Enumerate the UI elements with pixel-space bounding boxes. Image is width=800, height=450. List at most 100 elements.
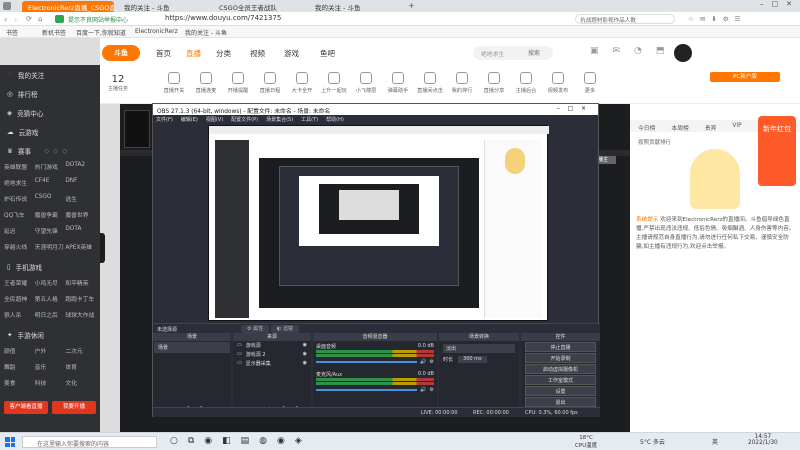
eye-icon[interactable]: ◉ xyxy=(303,342,307,349)
volume-slider[interactable] xyxy=(316,389,418,391)
transition-select[interactable]: 淡出 xyxy=(443,344,515,353)
bookmark-item[interactable]: 书签 xyxy=(6,28,18,37)
sidebar-game-link[interactable]: 二次元 xyxy=(65,346,96,355)
bookmark-item[interactable]: ElectronicRerz xyxy=(135,28,178,35)
gear-icon[interactable]: ⚙ xyxy=(430,387,434,393)
toolbar-item[interactable]: 直播日程 xyxy=(254,72,286,94)
nav-home[interactable]: 首页 xyxy=(156,48,171,59)
taskbar-search-input[interactable]: 在这里输入你要搜索的内容 xyxy=(22,436,157,448)
sidebar-game-link[interactable]: 第五人格 xyxy=(35,294,66,303)
sidebar-game-link[interactable]: 美食 xyxy=(4,378,35,387)
clock[interactable]: 14:57 2022/1/30 xyxy=(748,434,778,446)
obs-menu-item[interactable]: 视图(V) xyxy=(206,116,223,123)
window-controls[interactable]: –□✕ xyxy=(760,0,800,8)
sidebar-game-link[interactable]: 颜值 xyxy=(4,346,35,355)
sidebar-game-link[interactable]: CF4E xyxy=(35,178,66,187)
filters-button[interactable]: ◐ 滤镜 xyxy=(271,325,299,333)
toolbar-item[interactable]: 更多 xyxy=(574,72,606,94)
avatar[interactable] xyxy=(674,44,692,62)
sidebar-game-link[interactable]: APEX英雄 xyxy=(65,242,96,251)
nav-fishbar[interactable]: 鱼吧 xyxy=(320,48,335,59)
toolbar-item[interactable]: 直播开关 xyxy=(158,72,190,94)
sidebar-game-link[interactable]: 狼人杀 xyxy=(4,310,35,319)
source-item[interactable]: ▭ 游戏源 2 ◉ xyxy=(233,350,311,359)
sidebar-game-link[interactable]: 魔兽世界 xyxy=(65,210,96,219)
sidebar-game-link[interactable]: 全民超神 xyxy=(4,294,35,303)
sidebar-game-link[interactable]: 守望先锋 xyxy=(35,226,66,235)
browser-tool-icons[interactable]: ☆✉⬇⚙☰ xyxy=(688,15,746,23)
sidebar-game-link[interactable]: 逃生 xyxy=(65,194,96,203)
bookmark-item[interactable]: 新机书签 xyxy=(42,28,66,37)
sidebar-game-link[interactable]: 热门游戏 xyxy=(35,162,66,171)
obs-menu-item[interactable]: 帮助(H) xyxy=(326,116,344,123)
eye-icon[interactable]: ◉ xyxy=(303,351,307,358)
sidebar-game-link[interactable]: 科技 xyxy=(35,378,66,387)
toolbar-item[interactable]: 上升一起玩 xyxy=(318,72,350,94)
taskbar-app-icons[interactable]: ○⧉◉◧▤◍◉◈ xyxy=(170,436,312,446)
sidebar-game-link[interactable]: 英雄联盟 xyxy=(4,162,35,171)
toolbar-item[interactable]: 直播分享 xyxy=(478,72,510,94)
bookmark-item[interactable]: 我的关注 - 斗鱼 xyxy=(185,28,227,37)
sidebar-game-link[interactable]: CSGO xyxy=(35,194,66,203)
sidebar-game-link[interactable]: 舞蹈 xyxy=(4,362,35,371)
nav-category[interactable]: 分类 xyxy=(216,48,231,59)
red-packet-ad[interactable]: 新年红包 xyxy=(758,116,796,186)
eye-icon[interactable]: ◉ xyxy=(303,360,307,367)
nav-video[interactable]: 视频 xyxy=(250,48,265,59)
weather-widget[interactable]: 18°C CPU温度 xyxy=(575,435,597,449)
toolbar-item[interactable]: 主播后台 xyxy=(510,72,542,94)
obs-control-button[interactable]: 设置 xyxy=(525,386,596,396)
obs-menu-item[interactable]: 配置文件(P) xyxy=(231,116,258,123)
obs-control-button[interactable]: 停止直播 xyxy=(525,342,596,352)
obs-control-button[interactable]: 退出 xyxy=(525,397,596,407)
volume-slider[interactable] xyxy=(316,361,418,363)
url-field[interactable]: https://www.douyu.com/7421375 xyxy=(165,14,281,22)
sidebar-game-link[interactable]: 跑跑卡丁车 xyxy=(65,294,96,303)
obs-menu-item[interactable]: 编辑(E) xyxy=(181,116,198,123)
refresh-icon[interactable]: ⟳ xyxy=(26,15,32,23)
toolbar-item[interactable]: 视频发布 xyxy=(542,72,574,94)
toolbar-item[interactable]: 直播间点击 xyxy=(414,72,446,94)
browser-tab[interactable]: CSGO全员王者战队 xyxy=(213,1,305,12)
sidebar-game-link[interactable]: 炉石传说 xyxy=(4,194,35,203)
sidebar-item-follow[interactable]: ♡ 我的关注 xyxy=(0,65,100,84)
input-language[interactable]: 英 xyxy=(712,437,718,446)
sidebar-game-link[interactable]: DNF xyxy=(65,178,96,187)
sidebar-game-link[interactable]: 王者荣耀 xyxy=(4,278,35,287)
rank-tab[interactable]: VIP xyxy=(724,120,749,132)
client-watch-button[interactable]: 客户端看直播 xyxy=(4,401,48,414)
browser-tab[interactable]: 我的关注 - 斗鱼 xyxy=(309,1,399,12)
sidebar-game-link[interactable]: 绝地求生 xyxy=(4,178,35,187)
sidebar-game-link[interactable]: 球球大作战 xyxy=(65,310,96,319)
sidebar-game-link[interactable]: 小鸡无尽 xyxy=(35,278,66,287)
obs-control-button[interactable]: 工作室模式 xyxy=(525,375,596,385)
sidebar-item-quiz[interactable]: ◈ 竞猜中心 xyxy=(0,103,100,122)
new-tab-button[interactable]: + xyxy=(408,1,415,10)
sidebar-game-link[interactable]: 魔兽争霸 xyxy=(35,210,66,219)
sidebar-item-cloud[interactable]: ☁ 云游戏 xyxy=(0,122,100,141)
forward-icon[interactable]: › xyxy=(14,15,17,24)
duration-input[interactable]: 300 ms xyxy=(458,356,487,363)
toolbar-item[interactable]: 大卡全开 xyxy=(286,72,318,94)
rank-tab[interactable]: 本周榜 xyxy=(663,120,696,132)
obs-control-button[interactable]: 启动虚拟摄像机 xyxy=(525,364,596,374)
sidebar-game-link[interactable]: 体育 xyxy=(65,362,96,371)
douyu-logo[interactable]: 斗鱼 xyxy=(102,45,140,61)
browser-tab-active[interactable]: ElectronicRerz直播_CSGO直播 xyxy=(22,1,114,12)
sidebar-game-link[interactable]: 天涯明月刀 xyxy=(35,242,66,251)
sidebar-game-link[interactable]: 户外 xyxy=(35,346,66,355)
scene-item[interactable]: 场景 xyxy=(154,342,230,353)
gear-icon[interactable]: ⚙ xyxy=(430,359,434,365)
source-item[interactable]: ▭ 显示器采集 ◉ xyxy=(233,359,311,368)
menu-icon[interactable] xyxy=(3,2,11,10)
obs-menu-item[interactable]: 工具(T) xyxy=(301,116,318,123)
obs-preview[interactable] xyxy=(208,125,549,321)
sidebar-game-link[interactable]: DOTA2 xyxy=(65,162,96,171)
home-icon[interactable]: ⌂ xyxy=(38,15,42,23)
toolbar-item[interactable]: 直播连麦 xyxy=(190,72,222,94)
bookmark-item[interactable]: 百度一下,你就知道 xyxy=(76,28,126,37)
source-item[interactable]: ▭ 游戏源 ◉ xyxy=(233,341,311,350)
browser-search-input[interactable]: 抗战题材影视作品人数 xyxy=(575,14,675,24)
toolbar-item[interactable]: 开播提醒 xyxy=(222,72,254,94)
start-live-button[interactable]: 我要开播 xyxy=(52,401,96,414)
